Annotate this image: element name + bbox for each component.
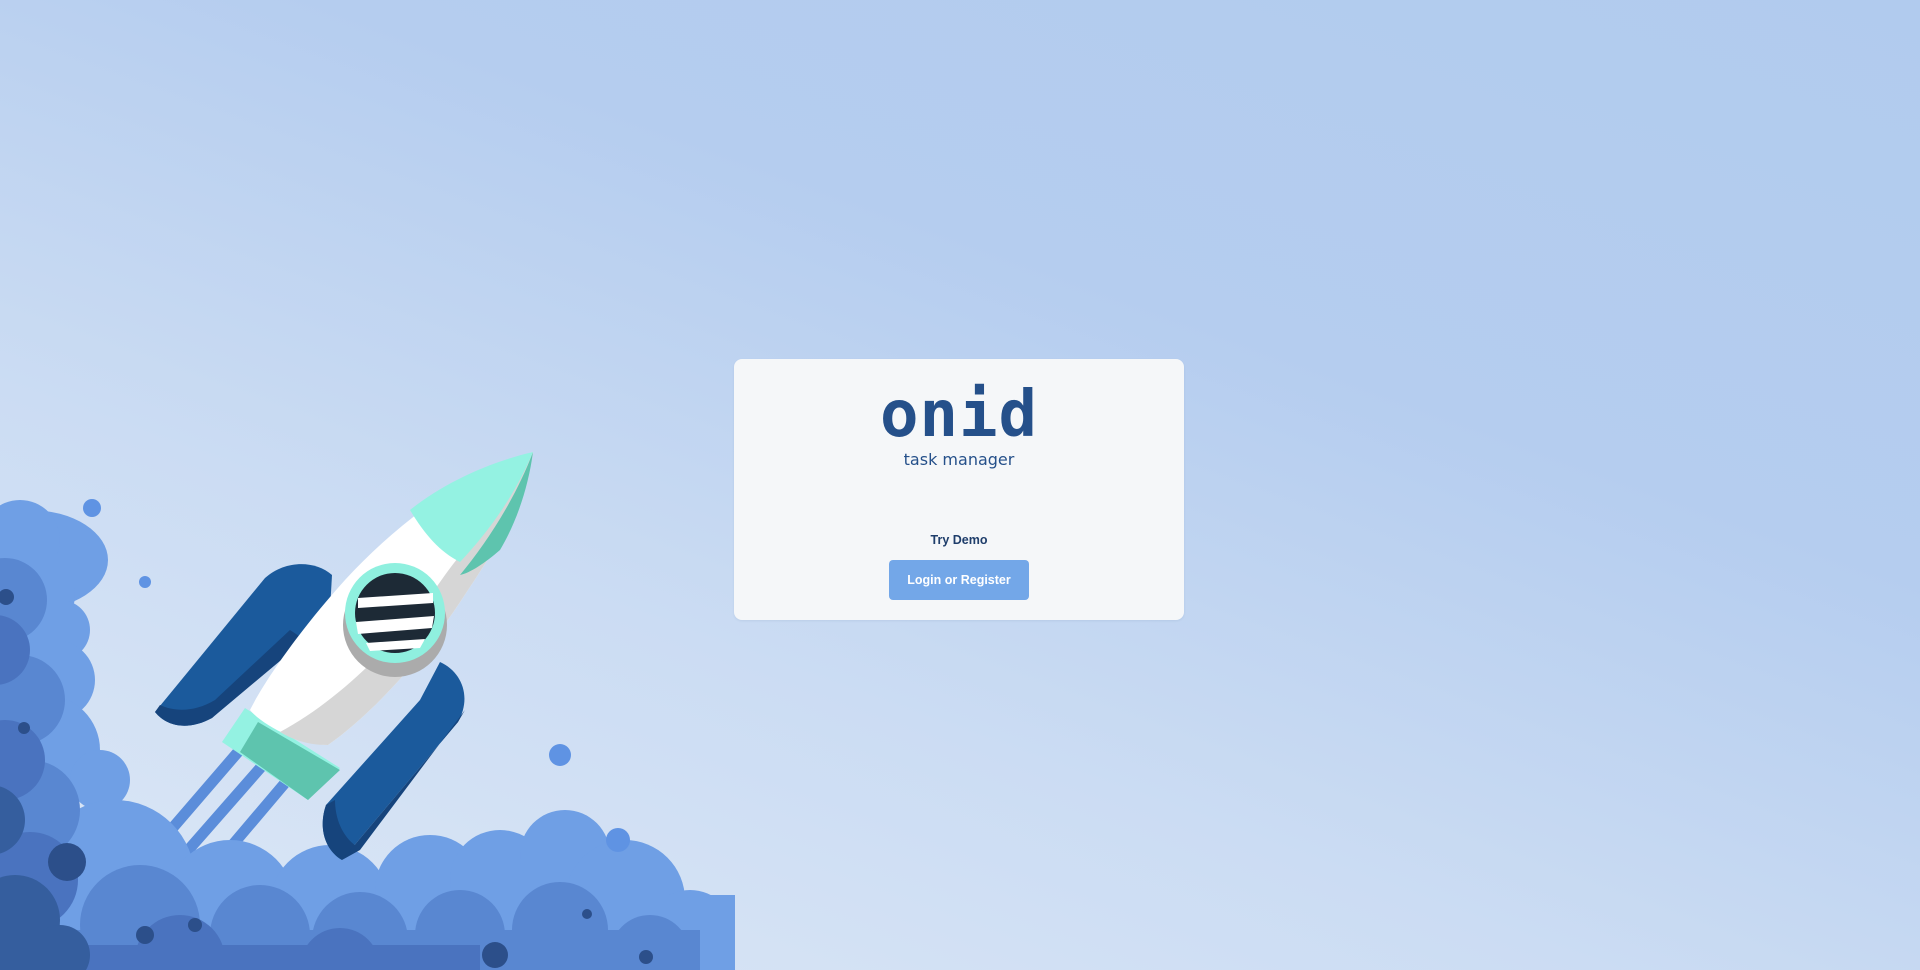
- login-card: onid task manager Try Demo Login or Regi…: [734, 359, 1184, 620]
- rocket-porthole: [343, 563, 447, 677]
- rocket: [155, 452, 533, 860]
- app-logo: onid: [879, 378, 1039, 452]
- login-register-button[interactable]: Login or Register: [889, 560, 1029, 600]
- try-demo-link[interactable]: Try Demo: [734, 533, 1184, 547]
- app-subtitle: task manager: [903, 450, 1015, 469]
